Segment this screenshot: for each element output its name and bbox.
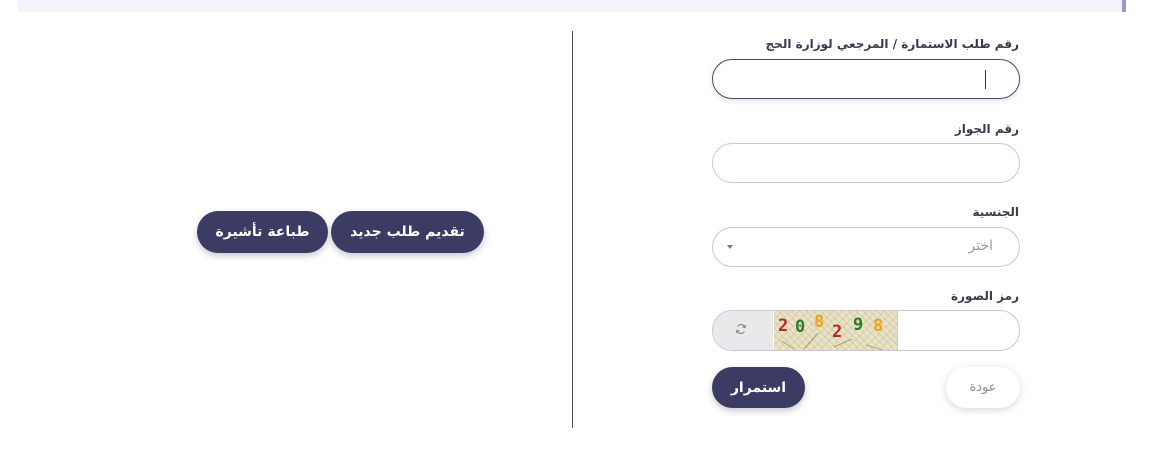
captcha-refresh-button[interactable]: [713, 311, 773, 350]
captcha-noise: [781, 332, 885, 350]
captcha-image: 2 0 8 2 9 8: [774, 311, 898, 350]
back-button[interactable]: عودة: [946, 367, 1020, 408]
nationality-selected-value: اختر: [968, 238, 994, 254]
new-request-button[interactable]: تقديم طلب جديد: [331, 211, 484, 253]
captcha-label: رمز الصورة: [951, 289, 1019, 303]
scrollbar-indicator[interactable]: [1122, 0, 1126, 12]
refresh-icon: [735, 323, 747, 335]
top-banner-strip: [18, 0, 1122, 12]
reference-number-input[interactable]: [712, 59, 1020, 99]
nationality-select[interactable]: اختر: [712, 227, 1020, 267]
nationality-label: الجنسية: [972, 205, 1019, 219]
chevron-down-icon: [727, 245, 733, 249]
passport-number-label: رقم الجواز: [954, 122, 1019, 136]
continue-button[interactable]: استمرار: [712, 367, 805, 408]
vertical-divider: [572, 31, 573, 428]
reference-number-label: رقم طلب الاستمارة / المرجعي لوزارة الحج: [765, 37, 1019, 51]
passport-number-input[interactable]: [712, 143, 1020, 183]
captcha-input[interactable]: 2 0 8 2 9 8: [712, 310, 1020, 351]
print-visa-button[interactable]: طباعة تأشيرة: [197, 211, 328, 253]
text-caret: [985, 70, 986, 89]
